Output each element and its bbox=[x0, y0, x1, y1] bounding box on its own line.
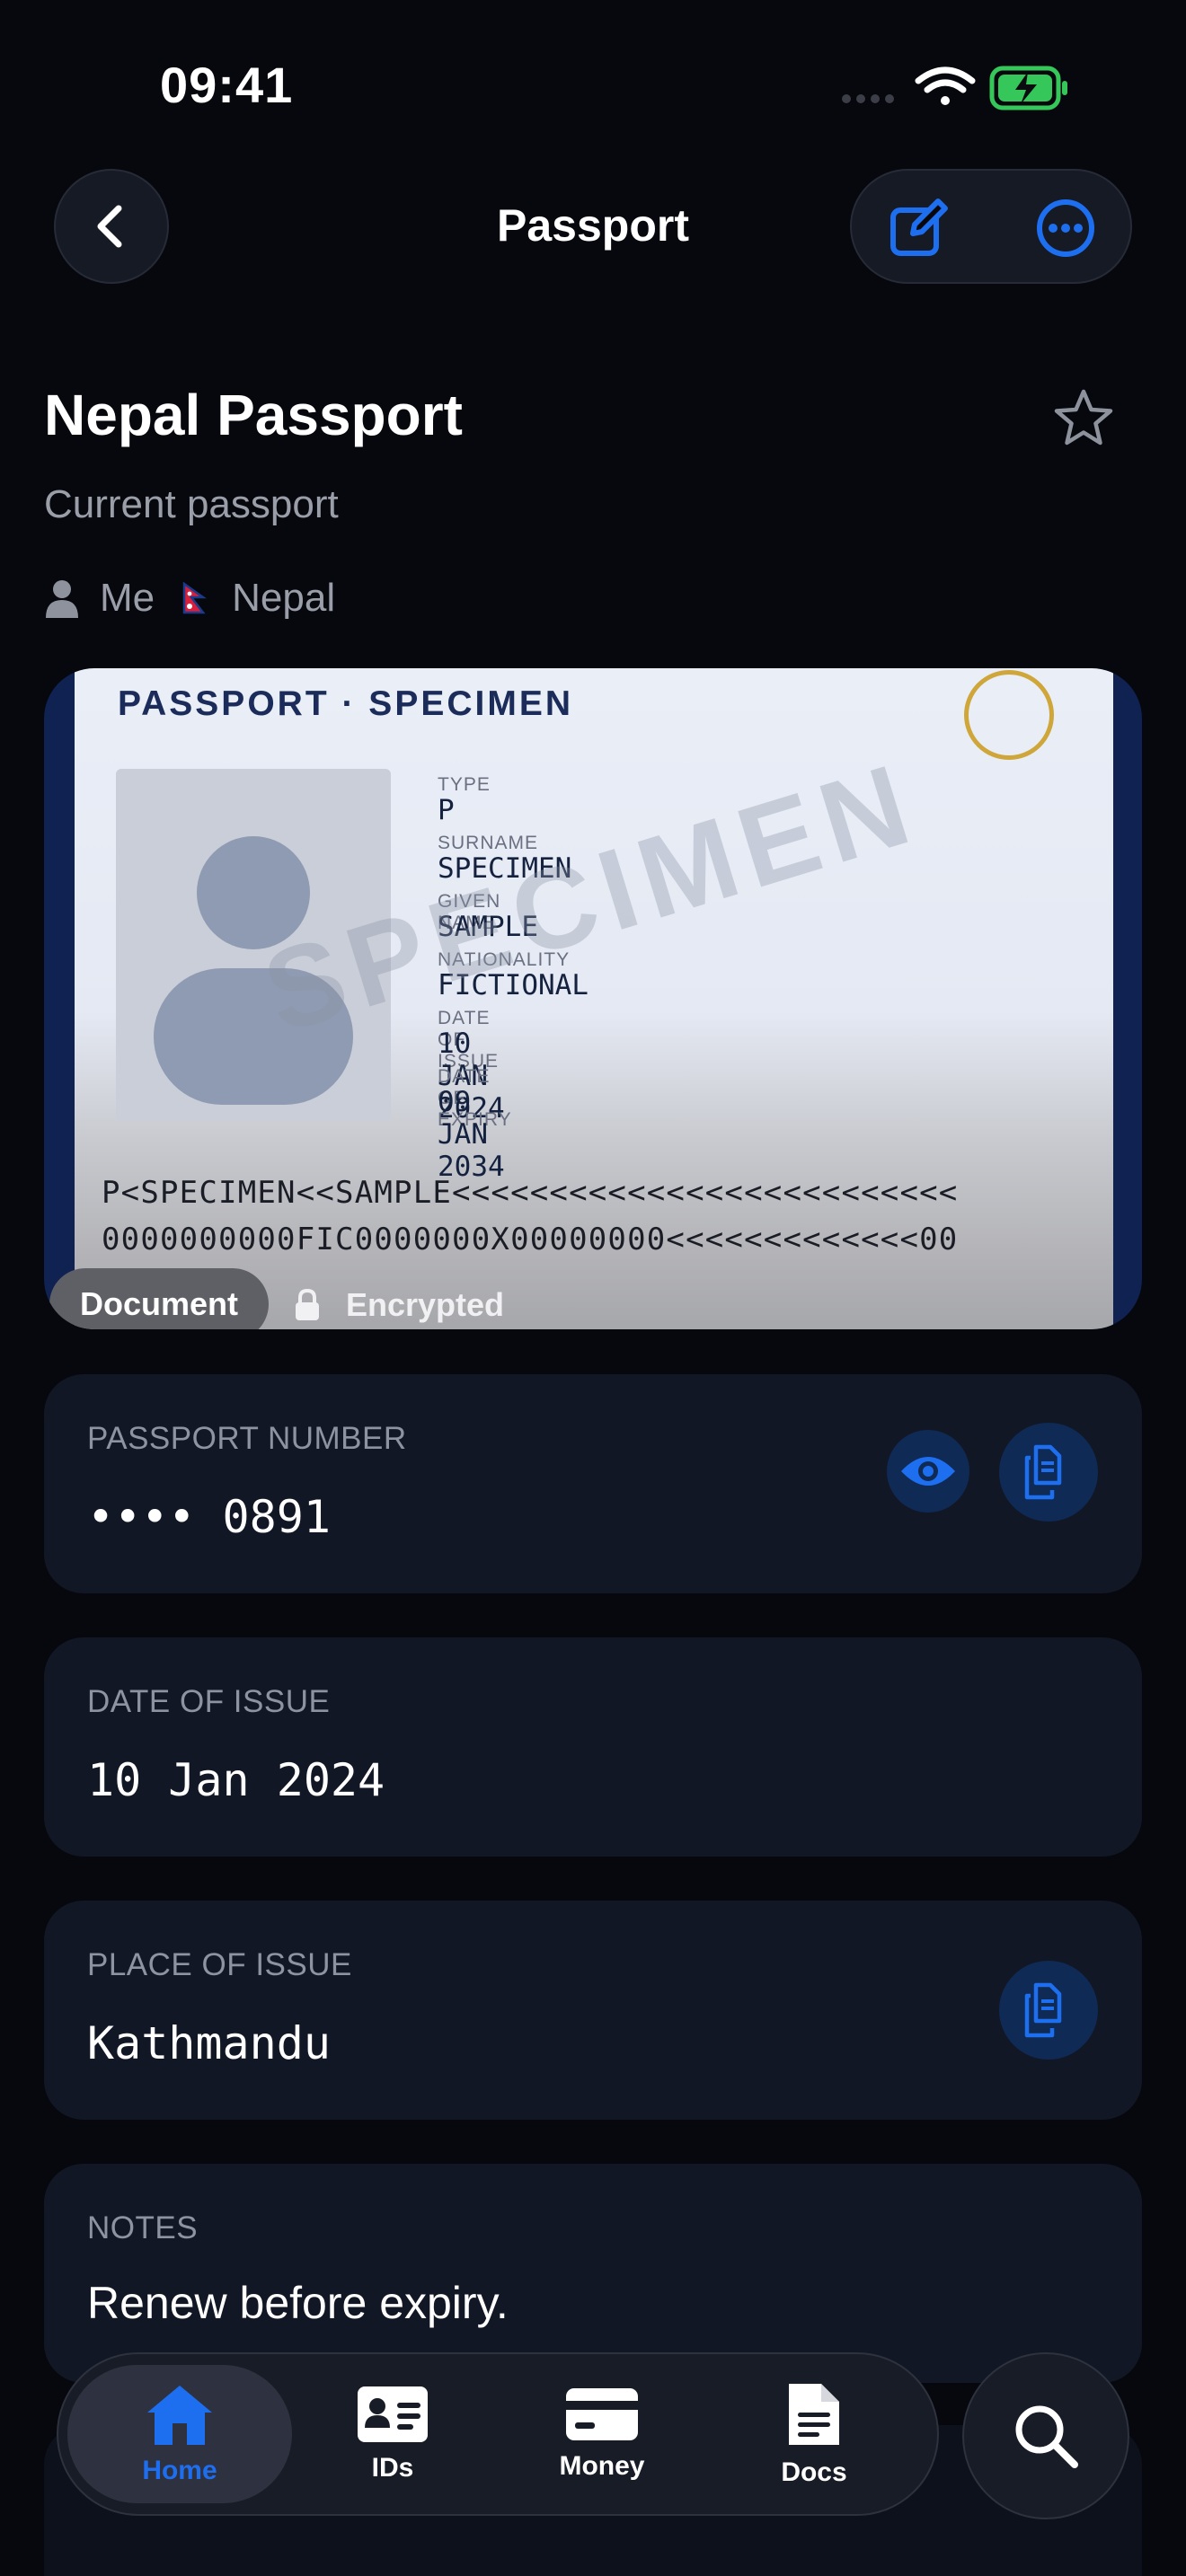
date-of-issue-value: 10 Jan 2024 bbox=[87, 1754, 385, 1806]
copy-place-of-issue-button[interactable] bbox=[999, 1961, 1098, 2060]
copy-icon bbox=[1024, 1982, 1062, 2038]
pp-type-value: P bbox=[438, 794, 455, 826]
passport-heading: PASSPORT · SPECIMEN bbox=[118, 684, 574, 723]
notes-card: NOTES Renew before expiry. bbox=[44, 2164, 1142, 2383]
tab-docs[interactable]: Docs bbox=[724, 2354, 904, 2514]
status-time: 09:41 bbox=[160, 57, 294, 113]
edit-button[interactable] bbox=[882, 192, 954, 264]
cellular-signal-icon bbox=[842, 94, 894, 103]
tab-ids[interactable]: IDs bbox=[303, 2354, 482, 2514]
favorite-button[interactable] bbox=[1048, 383, 1120, 454]
place-of-issue-value: Kathmandu bbox=[87, 2017, 331, 2069]
document-title: Nepal Passport bbox=[44, 383, 463, 447]
more-icon bbox=[1037, 199, 1094, 257]
battery-icon bbox=[989, 66, 1067, 110]
passport-number-label: PASSPORT NUMBER bbox=[87, 1421, 407, 1456]
passport-seal-icon bbox=[964, 670, 1054, 760]
edit-icon bbox=[890, 198, 948, 256]
reveal-button[interactable] bbox=[887, 1430, 969, 1513]
encryption-status: Encrypted bbox=[294, 1286, 504, 1324]
copy-icon bbox=[1024, 1444, 1062, 1500]
pp-expiry-value: 09 JAN 2034 bbox=[438, 1086, 505, 1183]
more-button[interactable] bbox=[1030, 192, 1102, 264]
nepal-flag-icon bbox=[182, 582, 208, 614]
place-of-issue-label: PLACE OF ISSUE bbox=[87, 1947, 352, 1982]
home-icon bbox=[147, 2386, 212, 2445]
mrz-line-1: P<SPECIMEN<<SAMPLE<<<<<<<<<<<<<<<<<<<<<<… bbox=[102, 1175, 959, 1211]
notes-label: NOTES bbox=[87, 2210, 199, 2245]
tab-home-label: Home bbox=[142, 2456, 217, 2485]
tab-ids-label: IDs bbox=[371, 2453, 414, 2483]
lock-icon bbox=[296, 1289, 319, 1320]
country-label: Nepal bbox=[232, 576, 336, 620]
place-of-issue-card: PLACE OF ISSUE Kathmandu bbox=[44, 1901, 1142, 2120]
person-icon bbox=[46, 580, 78, 618]
passport-page: PASSPORT · SPECIMEN TYPE P SURNAME SPECI… bbox=[75, 668, 1113, 1329]
passport-number-value: •••• 0891 bbox=[87, 1491, 331, 1543]
owner-label: Me bbox=[100, 576, 155, 620]
encryption-label: Encrypted bbox=[346, 1286, 505, 1323]
passport-image-card[interactable]: PASSPORT · SPECIMEN TYPE P SURNAME SPECI… bbox=[44, 668, 1142, 1329]
notes-value: Renew before expiry. bbox=[87, 2278, 509, 2328]
id-card-icon bbox=[358, 2386, 428, 2442]
document-subtitle: Current passport bbox=[44, 482, 339, 526]
tab-bar: Home IDs Money Docs bbox=[57, 2352, 939, 2516]
eye-icon bbox=[901, 1457, 955, 1486]
tab-home[interactable]: Home bbox=[90, 2354, 270, 2514]
tab-docs-label: Docs bbox=[781, 2457, 847, 2487]
mrz-line-2: 0000000000FIC0000000X00000000<<<<<<<<<<<… bbox=[102, 1222, 959, 1257]
wifi-icon bbox=[915, 66, 976, 105]
tab-money[interactable]: Money bbox=[512, 2354, 692, 2514]
date-of-issue-label: DATE OF ISSUE bbox=[87, 1684, 331, 1719]
document-icon bbox=[789, 2384, 839, 2445]
date-of-issue-card: DATE OF ISSUE 10 Jan 2024 bbox=[44, 1637, 1142, 1857]
copy-passport-number-button[interactable] bbox=[999, 1423, 1098, 1522]
document-type-badge: Document bbox=[49, 1268, 269, 1329]
pp-type-label: TYPE bbox=[438, 774, 491, 795]
search-button[interactable] bbox=[962, 2352, 1129, 2519]
status-icons bbox=[836, 63, 1078, 113]
document-meta: Me Nepal bbox=[44, 571, 335, 625]
tab-money-label: Money bbox=[559, 2451, 645, 2481]
star-icon bbox=[1054, 389, 1113, 446]
passport-number-card: PASSPORT NUMBER •••• 0891 bbox=[44, 1374, 1142, 1593]
search-icon bbox=[1015, 2405, 1078, 2468]
card-icon bbox=[566, 2388, 638, 2440]
nav-actions-group bbox=[850, 169, 1132, 284]
